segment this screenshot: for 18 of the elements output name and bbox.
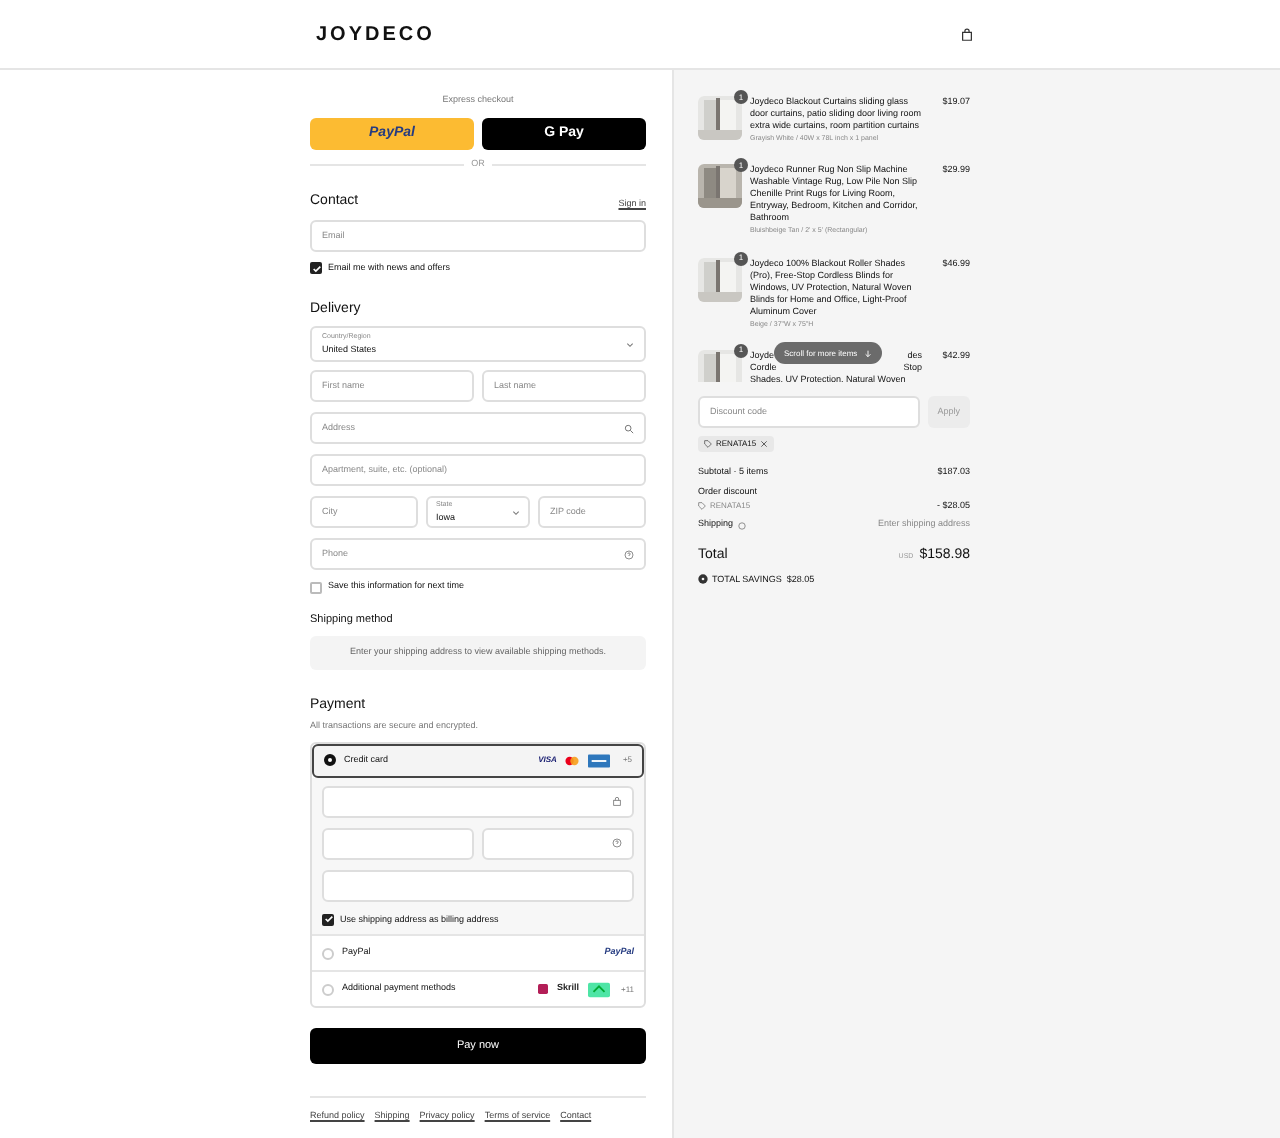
name-on-card-field[interactable]: [322, 869, 634, 901]
close-icon[interactable]: [760, 440, 769, 448]
radio-button[interactable]: [324, 754, 336, 766]
chevron-down-icon: [626, 341, 634, 348]
chevron-down-icon: [512, 509, 520, 516]
security-code-field[interactable]: [482, 827, 634, 859]
search-icon: [624, 423, 634, 434]
logo[interactable]: JOYDECO: [316, 19, 435, 49]
checkbox[interactable]: [310, 581, 322, 594]
tag-icon: [704, 440, 712, 448]
expiration-field[interactable]: [322, 827, 474, 859]
card-number-field[interactable]: [322, 785, 634, 817]
tag-icon: [698, 501, 706, 510]
shopping-bag-icon[interactable]: [960, 27, 974, 41]
mastercard-icon: [564, 755, 581, 765]
card-logo-icon: [588, 753, 611, 767]
arrow-down-icon: [863, 349, 872, 357]
lock-icon: [612, 796, 622, 806]
